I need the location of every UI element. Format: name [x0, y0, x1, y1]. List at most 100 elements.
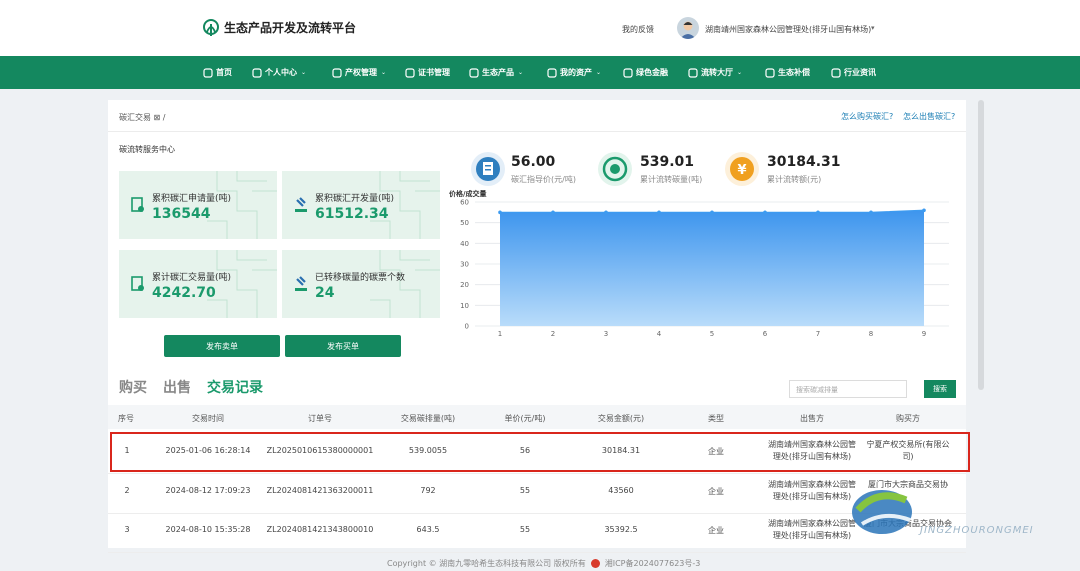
avatar[interactable] [677, 17, 699, 39]
circuit-pattern-icon [370, 171, 440, 239]
stat-label: 已转移碳量的碳票个数 [315, 273, 406, 283]
chart-point [657, 210, 661, 215]
nav-item-0[interactable]: 首页 [203, 56, 232, 89]
nav-item-2[interactable]: 产权管理 ⌄ [332, 56, 386, 89]
user-menu-caret-icon[interactable]: ▾ [871, 24, 875, 32]
x-tick-label: 2 [551, 330, 555, 338]
logo-icon[interactable] [202, 18, 220, 38]
nav-item-6[interactable]: 绿色金融 [623, 56, 668, 89]
table-cell: 湖南靖州国家森林公园管理处(排牙山国有林场) [768, 519, 856, 540]
circuit-pattern-icon [207, 171, 277, 239]
chart-point [763, 210, 767, 215]
eco-product-icon [469, 67, 479, 78]
how-to-sell-link[interactable]: 怎么出售碳汇? [903, 111, 955, 122]
nav-item-3[interactable]: 证书管理 [405, 56, 450, 89]
column-header: 交易金额(元) [597, 414, 645, 423]
stat-value: 4242.70 [152, 285, 216, 301]
icp-link[interactable]: 湘ICP备2024077623号-3 [605, 558, 701, 569]
search-button[interactable]: 搜索 [924, 380, 956, 398]
chevron-down-icon: ⌄ [518, 69, 524, 76]
table-cell: 3 [124, 525, 130, 534]
circuit-pattern-icon [370, 250, 440, 318]
kpi-value: 539.01 [640, 154, 695, 170]
divider [108, 131, 966, 132]
table-cell: 企业 [708, 487, 724, 496]
stat-label: 累积碳汇开发量(吨) [315, 194, 395, 204]
chart-point [869, 210, 873, 215]
gavel-icon [295, 276, 307, 291]
nav-item-7[interactable]: 流转大厅 ⌄ [688, 56, 742, 89]
table-cell: 792 [420, 486, 436, 495]
x-tick-label: 8 [869, 330, 873, 338]
nav-item-label: 证书管理 [418, 68, 450, 77]
svg-text:¥: ¥ [737, 163, 746, 178]
table-cell: 2 [124, 486, 130, 495]
certificate-icon [405, 67, 415, 78]
nav-item-label: 首页 [216, 68, 232, 77]
stat-trade-volume: 累计碳汇交易量(吨) 4242.70 [119, 250, 277, 318]
my-feedback-link[interactable]: 我的反馈 [622, 24, 654, 35]
column-header: 交易碳排量(吨) [400, 414, 456, 423]
x-tick-label: 7 [816, 330, 820, 338]
trade-tabs: 购买 出售 交易记录 [119, 377, 279, 397]
breadcrumb[interactable]: 碳汇交易 ⊠ / [119, 112, 165, 123]
table-cell: 2024-08-12 17:09:23 [165, 486, 251, 495]
stat-value: 61512.34 [315, 206, 389, 222]
site-title[interactable]: 生态产品开发及流转平台 [224, 19, 356, 36]
column-header: 类型 [708, 414, 724, 423]
circulation-volume-icon [598, 152, 632, 186]
y-tick-label: 30 [460, 261, 469, 269]
tab-buy[interactable]: 购买 [119, 377, 147, 397]
document-icon [131, 197, 144, 212]
row-divider [108, 552, 966, 553]
column-header: 单价(元/吨) [504, 414, 546, 423]
chevron-down-icon: ⌄ [381, 69, 387, 76]
chevron-down-icon: ⌄ [596, 69, 602, 76]
hall-icon [688, 67, 698, 78]
user-name[interactable]: 湖南靖州国家森林公园管理处(排牙山国有林场) [705, 24, 871, 35]
nav-item-9[interactable]: 行业资讯 [831, 56, 876, 89]
nav-item-label: 我的资产 [560, 68, 592, 77]
kpi-label: 累计流转额(元) [767, 175, 822, 184]
x-tick-label: 5 [710, 330, 714, 338]
x-tick-label: 6 [763, 330, 768, 338]
nav-item-label: 行业资讯 [844, 68, 876, 77]
nav-item-1[interactable]: 个人中心 ⌄ [252, 56, 306, 89]
column-header: 购买方 [896, 414, 920, 423]
table-cell: 企业 [708, 526, 724, 535]
guide-price-icon [471, 152, 505, 186]
y-tick-label: 40 [460, 240, 469, 248]
table-cell: 43560 [608, 486, 634, 495]
table-cell: 55 [519, 525, 531, 534]
column-header: 序号 [118, 414, 134, 423]
y-tick-label: 50 [460, 219, 469, 227]
stat-label: 累积碳汇申请量(吨) [152, 194, 232, 204]
user-icon [252, 67, 262, 78]
search-input[interactable]: 搜索碳减排量 [789, 380, 907, 398]
tab-sell[interactable]: 出售 [163, 377, 191, 397]
table-cell: ZL2024081421363200011 [266, 486, 374, 495]
page-scrollbar[interactable] [978, 100, 984, 390]
nav-item-4[interactable]: 生态产品 ⌄ [469, 56, 523, 89]
chart-point [922, 208, 926, 213]
chart-point [816, 210, 820, 215]
kpi-label: 碳汇指导价(元/吨) [511, 175, 576, 184]
x-tick-label: 9 [922, 330, 926, 338]
column-header: 订单号 [308, 414, 332, 423]
y-tick-label: 20 [460, 281, 469, 289]
nav-item-5[interactable]: 我的资产 ⌄ [547, 56, 601, 89]
y-tick-label: 60 [460, 199, 469, 207]
publish-buy-order-button[interactable]: 发布买单 [285, 335, 401, 357]
stat-apply-volume: 累积碳汇申请量(吨) 136544 [119, 171, 277, 239]
nav-item-8[interactable]: 生态补偿 [765, 56, 810, 89]
how-to-buy-link[interactable]: 怎么购买碳汇? [841, 111, 893, 122]
home-icon [203, 67, 213, 78]
nav-item-label: 个人中心 [265, 68, 297, 77]
chevron-down-icon: ⌄ [301, 69, 307, 76]
tab-trade-records[interactable]: 交易记录 [207, 377, 263, 397]
table-cell: 35392.5 [604, 525, 638, 534]
publish-sell-order-button[interactable]: 发布卖单 [164, 335, 280, 357]
watermark: JINGZHOURONGMEI [848, 480, 1073, 546]
nav-item-label: 产权管理 [345, 68, 377, 77]
kpi-value: 56.00 [511, 154, 556, 170]
